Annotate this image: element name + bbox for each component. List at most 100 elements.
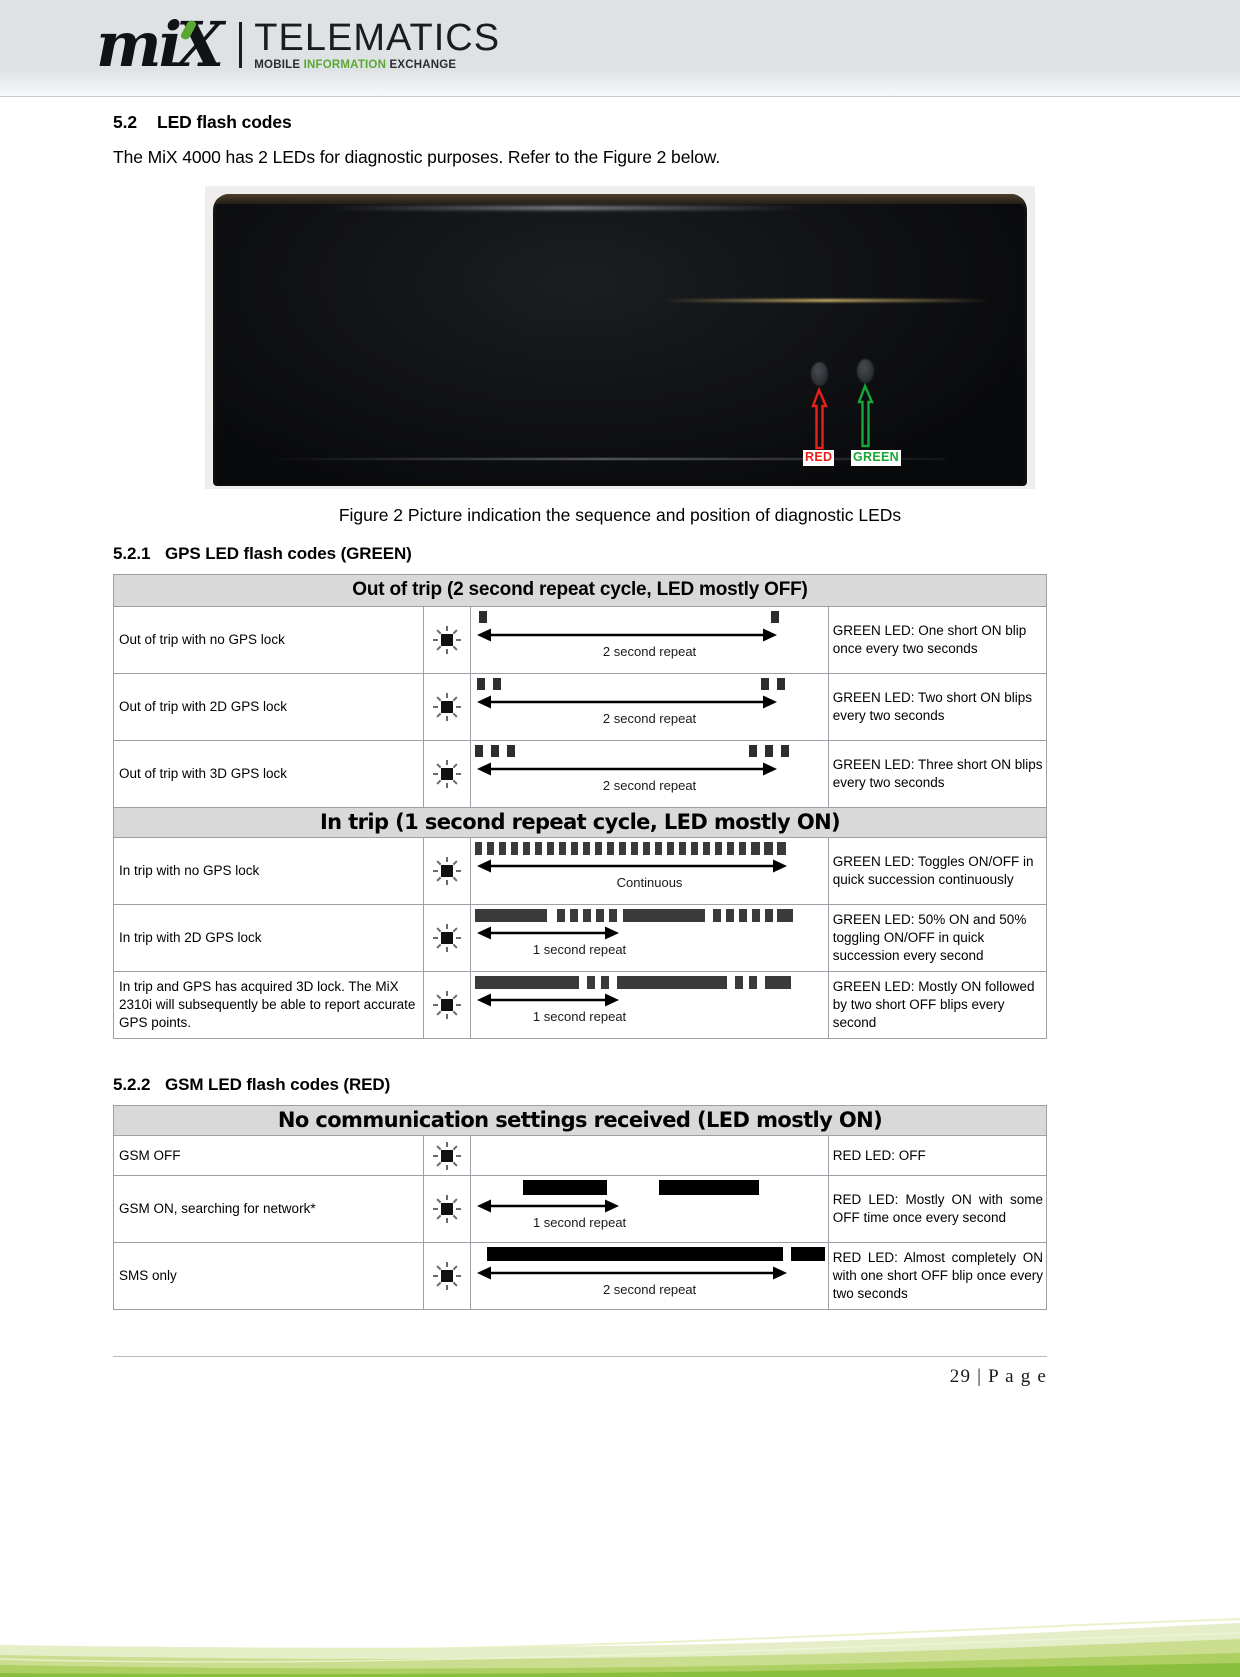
group-header-in-trip: In trip (1 second repeat cycle, LED most…: [113, 807, 1047, 838]
logo-accent-tick-icon: [179, 19, 198, 41]
table-row: Out of trip with no GPS lock 2 second re…: [112, 606, 1048, 674]
repeat-span-arrow: [471, 625, 827, 645]
logo-tagline-word-exchange: EXCHANGE: [389, 58, 457, 71]
pulse-track: [471, 976, 827, 990]
timing-label: 1 second repeat: [532, 942, 627, 957]
row-note: RED LED: OFF: [827, 1135, 1048, 1176]
timing-label: 1 second repeat: [532, 1009, 627, 1024]
repeat-span-arrow: [471, 692, 827, 712]
pulse-track: [471, 842, 827, 856]
gsm-led-flash-codes-table: No communication settings received (LED …: [112, 1105, 1048, 1310]
row-description: In trip with no GPS lock: [112, 837, 425, 905]
logo-wordmark-icon: miX: [96, 8, 224, 81]
row-led-icon-cell: [423, 606, 472, 674]
device-image: RED GREEN: [213, 194, 1027, 486]
row-note: GREEN LED: Toggles ON/OFF in quick succe…: [827, 837, 1048, 905]
subsection-title-gsm: GSM LED flash codes (RED): [165, 1075, 391, 1094]
row-description: GSM OFF: [112, 1135, 425, 1176]
document-content: 5.2 LED flash codes The MiX 4000 has 2 LE…: [0, 96, 1240, 1310]
led-blink-icon: [432, 990, 462, 1020]
logo-telematics-text: TELEMATICS: [254, 16, 501, 59]
row-description: In trip with 2D GPS lock: [112, 904, 425, 972]
row-note: GREEN LED: Two short ON blips every two …: [827, 673, 1048, 741]
row-led-icon-cell: [423, 1175, 472, 1243]
row-note: RED LED: Almost completely ON with one s…: [827, 1242, 1048, 1310]
red-led-callout-label: RED: [803, 450, 835, 466]
brand-logo: miX TELEMATICS MOBILE INFORMATION EXCHAN…: [96, 10, 500, 80]
figure-2-caption: Figure 2 Picture indication the sequence…: [338, 505, 902, 525]
table-row: GSM OFF RED LED: OFF: [112, 1135, 1048, 1176]
pulse-track: [471, 611, 827, 625]
table-row: GSM ON, searching for network* 1 second …: [112, 1175, 1048, 1243]
section-heading-5-2-2: 5.2.2 GSM LED flash codes (RED): [113, 1075, 1240, 1095]
led-blink-icon: [432, 692, 462, 722]
row-timing-diagram: 2 second repeat: [470, 673, 829, 741]
row-led-icon-cell: [423, 837, 472, 905]
table-group-header-row: No communication settings received (LED …: [113, 1105, 1047, 1136]
footer-divider: [113, 1356, 1047, 1357]
section-heading-5-2-1: 5.2.1 GPS LED flash codes (GREEN): [113, 544, 1240, 564]
logo-tagline-word-mobile: MOBILE: [254, 58, 304, 71]
row-note: RED LED: Mostly ON with some OFF time on…: [827, 1175, 1048, 1243]
group-header-no-comm-settings: No communication settings received (LED …: [113, 1105, 1047, 1136]
led-callout-arrows: [811, 382, 874, 450]
row-timing-diagram: [470, 1135, 829, 1176]
row-description: Out of trip with 2D GPS lock: [112, 673, 425, 741]
led-blink-icon: [432, 923, 462, 953]
timing-label: 2 second repeat: [602, 711, 697, 726]
repeat-span-arrow: [471, 1263, 827, 1283]
pulse-track: [471, 1247, 827, 1263]
page-bottom-decoration: [0, 1527, 1240, 1677]
section-title: LED flash codes: [157, 112, 292, 132]
row-timing-diagram: 1 second repeat: [470, 971, 829, 1039]
led-blink-icon: [432, 759, 462, 789]
table-group-header-row: Out of trip (2 second repeat cycle, LED …: [113, 574, 1047, 607]
table-row: In trip with 2D GPS lock 1 second repeat…: [112, 904, 1048, 972]
row-timing-diagram: 1 second repeat: [470, 904, 829, 972]
row-timing-diagram: 2 second repeat: [470, 606, 829, 674]
section-heading-5-2: 5.2 LED flash codes: [113, 112, 1240, 133]
led-blink-icon: [432, 1261, 462, 1291]
row-description: Out of trip with 3D GPS lock: [112, 740, 425, 808]
pulse-track: [471, 745, 827, 759]
row-note: GREEN LED: One short ON blip once every …: [827, 606, 1048, 674]
row-description: GSM ON, searching for network*: [112, 1175, 425, 1243]
page-label: | P a g e: [977, 1366, 1047, 1387]
subsection-title-gps: GPS LED flash codes (GREEN): [165, 544, 412, 563]
page-header: miX TELEMATICS MOBILE INFORMATION EXCHAN…: [0, 0, 1240, 97]
row-led-icon-cell: [423, 904, 472, 972]
table-row: Out of trip with 3D GPS lock 2 second re…: [112, 740, 1048, 808]
pulse-track: [471, 1180, 827, 1196]
row-timing-diagram: Continuous: [470, 837, 829, 905]
repeat-span-arrow: [471, 759, 827, 779]
timing-label: 2 second repeat: [602, 778, 697, 793]
row-led-icon-cell: [423, 1135, 472, 1176]
green-led-callout-label: GREEN: [851, 450, 901, 466]
row-led-icon-cell: [423, 673, 472, 741]
section-number: 5.2: [113, 112, 138, 132]
timing-label: 2 second repeat: [602, 644, 697, 659]
figure-2-device-photo: RED GREEN: [205, 186, 1035, 489]
logo-tagline: MOBILE INFORMATION EXCHANGE: [254, 58, 500, 72]
row-note: GREEN LED: Mostly ON followed by two sho…: [827, 971, 1048, 1039]
row-led-icon-cell: [423, 740, 472, 808]
repeat-span-arrow: [471, 990, 827, 1010]
led-blink-icon: [432, 1194, 462, 1224]
logo-tagline-word-information: INFORMATION: [303, 58, 390, 71]
row-timing-diagram: 2 second repeat: [470, 740, 829, 808]
row-note: GREEN LED: Three short ON blips every tw…: [827, 740, 1048, 808]
led-blink-icon: [432, 1141, 462, 1171]
gps-led-flash-codes-table: Out of trip (2 second repeat cycle, LED …: [112, 574, 1048, 1039]
table-row: In trip and GPS has acquired 3D lock. Th…: [112, 971, 1048, 1039]
page-number: 29: [949, 1366, 972, 1387]
repeat-span-arrow: [471, 1196, 827, 1216]
repeat-span-arrow: [471, 856, 827, 876]
row-description: In trip and GPS has acquired 3D lock. Th…: [112, 971, 425, 1039]
row-description: SMS only: [112, 1242, 425, 1310]
row-description: Out of trip with no GPS lock: [112, 606, 425, 674]
group-header-out-of-trip: Out of trip (2 second repeat cycle, LED …: [113, 574, 1047, 607]
row-timing-diagram: 2 second repeat: [470, 1242, 829, 1310]
subsection-number-gsm: 5.2.2: [113, 1075, 151, 1094]
row-led-icon-cell: [423, 971, 472, 1039]
timing-label: 1 second repeat: [532, 1215, 627, 1230]
